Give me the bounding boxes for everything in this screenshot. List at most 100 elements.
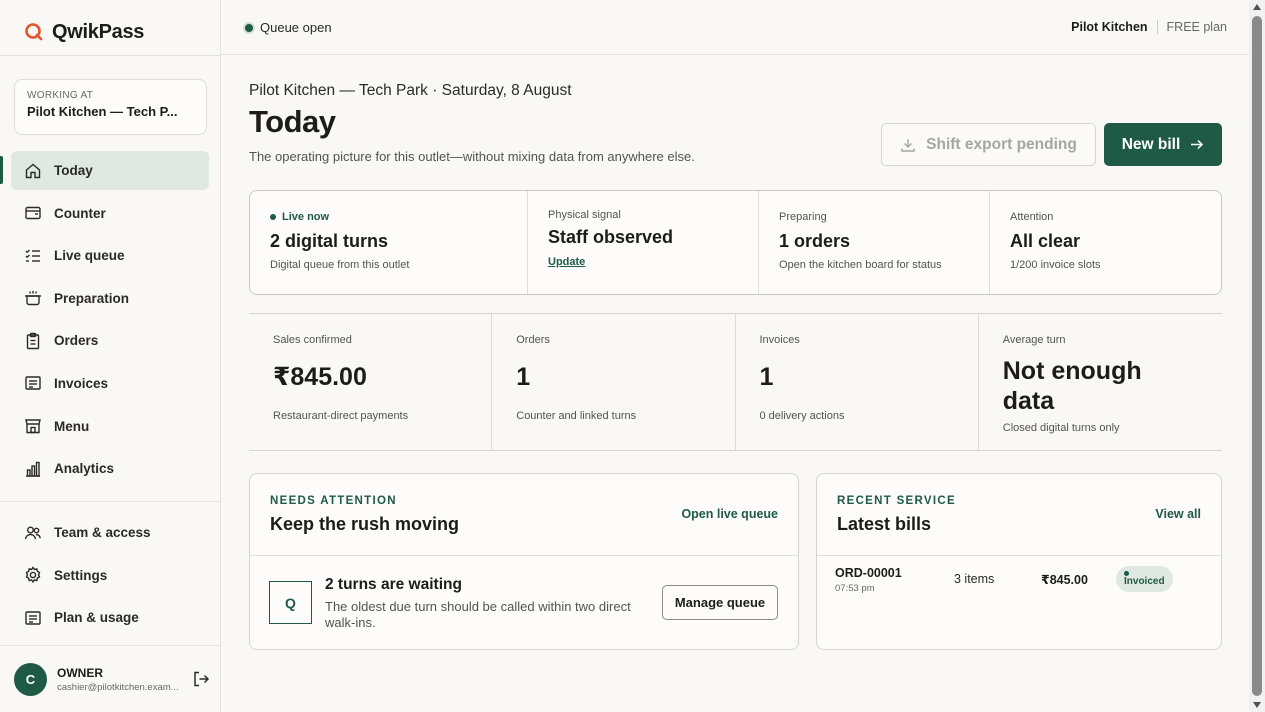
plan-badge: FREE plan <box>1166 20 1227 34</box>
sidebar-item-counter[interactable]: Counter <box>11 194 209 233</box>
metric-note: Restaurant-direct payments <box>273 410 409 422</box>
sidebar-item-label: Analytics <box>54 461 115 477</box>
metric-note: Counter and linked turns <box>516 410 637 422</box>
outlet-plan: Pilot Kitchen FREE plan <box>1071 20 1227 34</box>
bill-items: 3 items <box>954 572 995 586</box>
divider <box>1156 20 1158 34</box>
logout-icon[interactable] <box>192 670 210 688</box>
status-signal: Physical signal Staff observed Update <box>528 191 759 294</box>
status-live: Live now 2 digital turns Digital queue f… <box>250 191 528 294</box>
sidebar-item-today[interactable]: Today <box>11 151 209 190</box>
sidebar-item-live-queue[interactable]: Live queue <box>11 236 209 275</box>
scrollbar-thumb[interactable] <box>1252 16 1262 696</box>
sidebar-item-orders[interactable]: Orders <box>11 321 209 360</box>
card-heading: Latest bills <box>837 514 932 534</box>
divider <box>0 501 220 502</box>
sidebar-item-settings[interactable]: Settings <box>11 556 209 595</box>
metric-label: Average turn <box>1002 334 1066 346</box>
view-all-link[interactable]: View all <box>1155 507 1201 521</box>
user-email: cashier@pilotkitchen.exam... <box>57 681 179 693</box>
signal-label: Physical signal <box>548 209 621 221</box>
preparing-value: 1 orders <box>779 231 851 251</box>
scroll-down-icon[interactable] <box>1253 702 1261 708</box>
sidebar-item-invoices[interactable]: Invoices <box>11 364 209 403</box>
sidebar-item-label: Counter <box>54 205 106 221</box>
manage-queue-button[interactable]: Manage queue <box>662 585 778 620</box>
sidebar-item-label: Today <box>54 163 93 178</box>
metric-note: Closed digital turns only <box>1002 422 1120 434</box>
scrollbar[interactable] <box>1249 0 1265 712</box>
status-badge: Invoiced <box>1116 566 1173 592</box>
card-eyebrow: RECENT SERVICE <box>837 495 956 507</box>
status-attention: Attention All clear 1/200 invoice slots <box>990 191 1221 294</box>
preparing-label: Preparing <box>779 211 827 223</box>
card-eyebrow: NEEDS ATTENTION <box>270 495 397 507</box>
metric-note: 0 delivery actions <box>759 410 845 422</box>
sidebar-item-plan-usage[interactable]: Plan & usage <box>11 598 209 637</box>
shift-export-label: Shift export pending <box>926 135 1077 153</box>
page-subtitle: The operating picture for this outlet—wi… <box>249 149 695 164</box>
sidebar-item-analytics[interactable]: Analytics <box>11 449 209 488</box>
needs-attention-card: NEEDS ATTENTION Keep the rush moving Ope… <box>249 473 799 650</box>
table-row[interactable]: ORD-00001 07:53 pm 3 items ₹845.00 Invoi… <box>835 566 1205 596</box>
bill-amount: ₹845.00 <box>1041 573 1088 587</box>
live-dot-icon <box>270 214 276 220</box>
primary-nav: Today Counter Live queue Preparation Ord… <box>11 151 209 492</box>
pot-icon <box>25 291 41 306</box>
secondary-nav: Team & access Settings Plan & usage <box>11 513 209 641</box>
avatar[interactable]: C <box>14 662 47 696</box>
live-note: Digital queue from this outlet <box>270 259 410 271</box>
sidebar-item-menu[interactable]: Menu <box>11 407 209 446</box>
scroll-up-icon[interactable] <box>1253 4 1261 10</box>
signal-value: Staff observed <box>548 227 674 247</box>
brand-name: QwikPass <box>52 20 145 43</box>
sidebar-item-label: Menu <box>54 418 90 434</box>
shift-export-button[interactable]: Shift export pending <box>881 123 1096 166</box>
attention-value: All clear <box>1010 231 1081 251</box>
sidebar-item-label: Orders <box>54 333 99 349</box>
live-label-text: Live now <box>282 211 330 223</box>
download-icon <box>901 138 915 152</box>
queue-status-label: Queue open <box>260 20 332 35</box>
metric-average-turn: Average turn Not enough data Closed digi… <box>979 314 1222 450</box>
card-heading: Keep the rush moving <box>270 514 460 534</box>
divider <box>0 645 220 646</box>
metric-value: 1 <box>759 363 774 391</box>
new-bill-button[interactable]: New bill <box>1104 123 1222 166</box>
breadcrumb: Pilot Kitchen — Tech Park · Saturday, 8 … <box>249 82 572 99</box>
store-icon <box>25 419 41 434</box>
status-preparing: Preparing 1 orders Open the kitchen boar… <box>759 191 990 294</box>
brand-mark-icon <box>25 23 43 41</box>
live-label: Live now <box>270 211 507 223</box>
plan-icon <box>25 610 41 625</box>
attention-title: 2 turns are waiting <box>325 576 462 593</box>
counter-icon <box>25 206 41 220</box>
status-badge-label: Invoiced <box>1124 576 1165 587</box>
metric-sales: Sales confirmed ₹845.00 Restaurant-direc… <box>249 314 493 450</box>
metric-invoices: Invoices 1 0 delivery actions <box>736 314 979 450</box>
bill-time: 07:53 pm <box>835 583 875 594</box>
sidebar-item-label: Live queue <box>54 248 125 264</box>
home-icon <box>25 163 41 178</box>
live-value: 2 digital turns <box>270 231 389 251</box>
open-live-queue-link[interactable]: Open live queue <box>681 507 778 521</box>
arrow-right-icon <box>1191 139 1204 150</box>
recent-service-card: RECENT SERVICE Latest bills View all ORD… <box>816 473 1222 650</box>
bill-id: ORD-00001 <box>835 566 902 580</box>
clipboard-icon <box>26 332 40 350</box>
status-dot-icon <box>245 23 253 32</box>
attention-label: Attention <box>1010 211 1054 223</box>
workspace-switcher[interactable]: WORKING AT Pilot Kitchen — Tech P... <box>14 79 207 135</box>
brand-logo[interactable]: QwikPass <box>24 18 144 46</box>
metric-value: ₹845.00 <box>273 363 367 391</box>
list-icon <box>25 249 40 262</box>
user-profile: C OWNER cashier@pilotkitchen.exam... <box>14 662 210 696</box>
divider <box>0 55 220 56</box>
sidebar-item-team-access[interactable]: Team & access <box>11 513 209 552</box>
new-bill-label: New bill <box>1121 135 1181 153</box>
queue-status: Queue open <box>245 20 332 35</box>
page-title: Today <box>249 104 336 139</box>
sidebar-item-preparation[interactable]: Preparation <box>11 279 209 318</box>
user-role: OWNER <box>57 665 103 680</box>
signal-update-link[interactable]: Update <box>548 256 585 268</box>
